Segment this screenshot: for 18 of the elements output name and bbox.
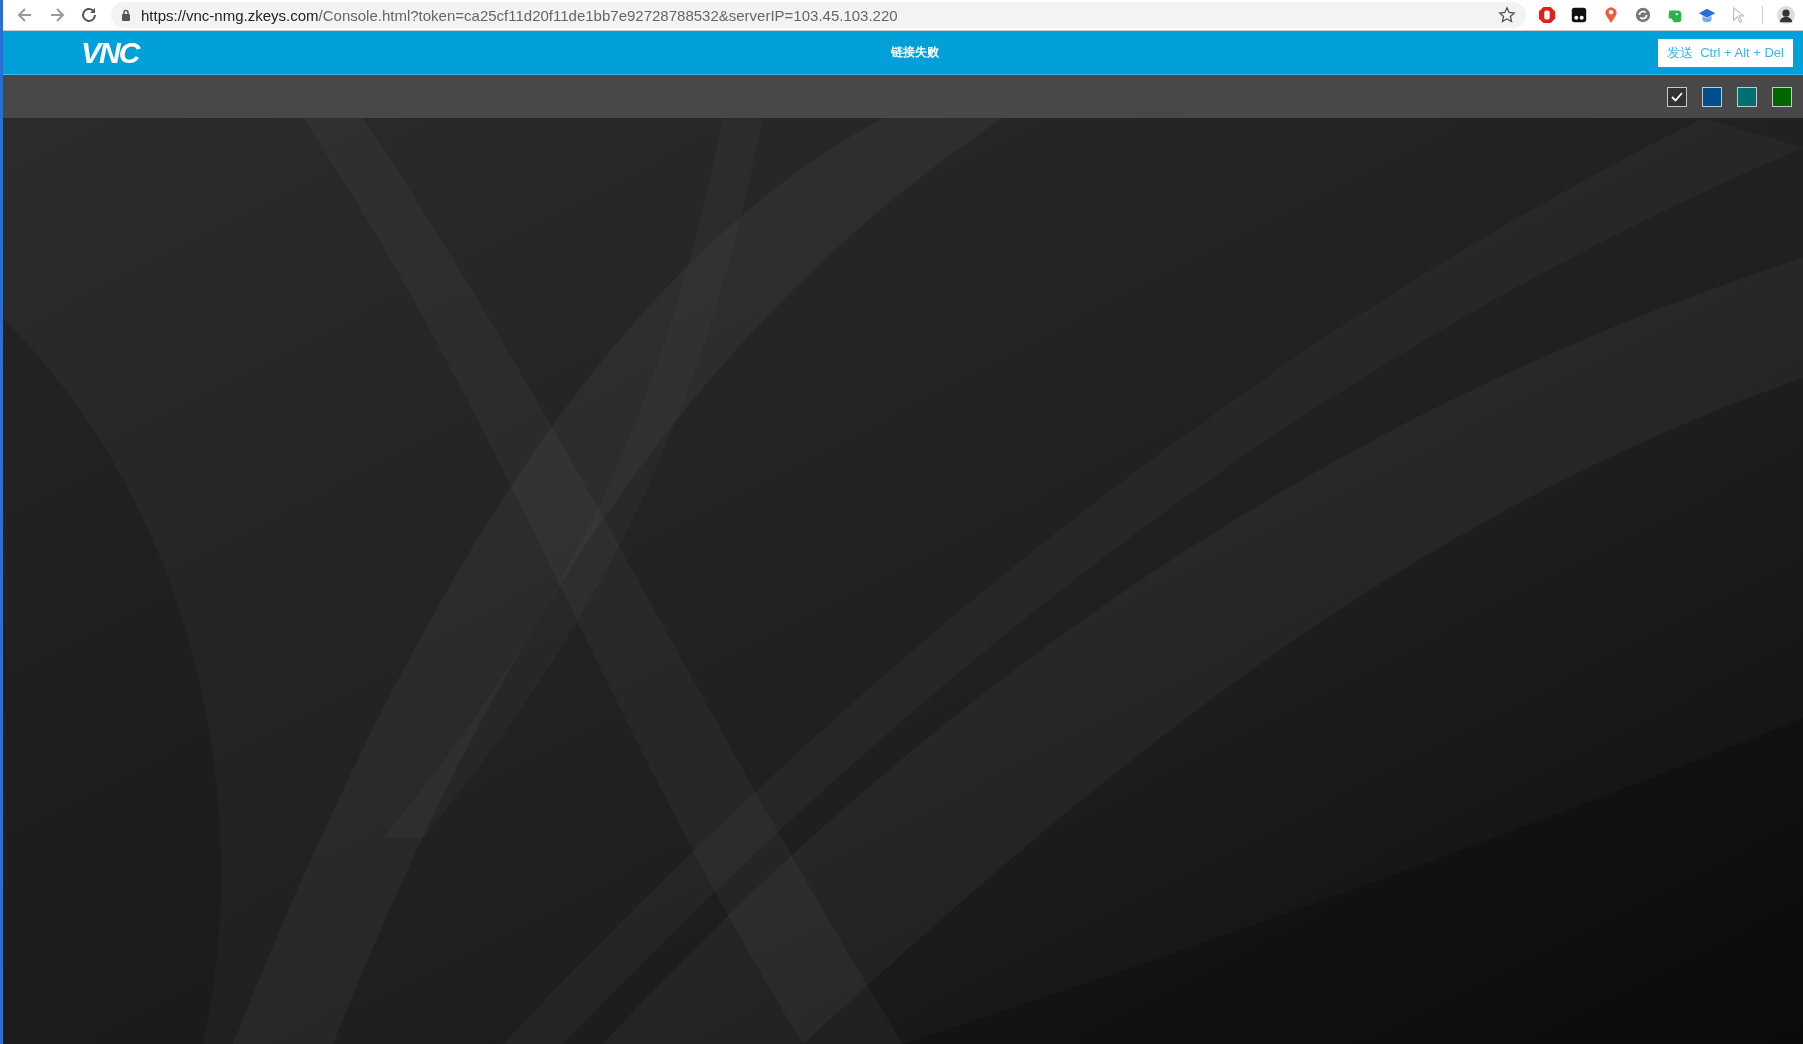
url-host: https://vnc-nmg.zkeys.com: [141, 6, 319, 24]
sync-icon[interactable]: [1634, 6, 1652, 24]
logo: VNC: [81, 35, 141, 70]
theme-swatch[interactable]: [1702, 86, 1722, 107]
theme-swatch[interactable]: [1772, 86, 1792, 107]
pin-icon[interactable]: [1602, 6, 1620, 24]
reload-icon[interactable]: [79, 5, 99, 25]
address-bar[interactable]: https://vnc-nmg.zkeys.com/Console.html?token=ca25cf11d20f11de1bb7e92728788532&serverIP=103.45.103.220: [111, 2, 1526, 28]
url-path: /Console.html?token=ca25cf11d20f11de1bb7e92728788532&serverIP=103.45.103.220: [318, 6, 898, 24]
theme-swatch[interactable]: [1667, 86, 1687, 107]
status-text: 链接失败: [891, 44, 939, 61]
graduation-cap-icon[interactable]: [1698, 6, 1716, 24]
avatar-icon[interactable]: [1777, 6, 1795, 24]
star-icon[interactable]: [1498, 6, 1516, 24]
stop-hand-icon[interactable]: [1538, 6, 1556, 24]
lock-icon: [121, 9, 131, 21]
eyes-icon[interactable]: [1570, 6, 1588, 24]
theme-swatch[interactable]: [1737, 86, 1757, 107]
